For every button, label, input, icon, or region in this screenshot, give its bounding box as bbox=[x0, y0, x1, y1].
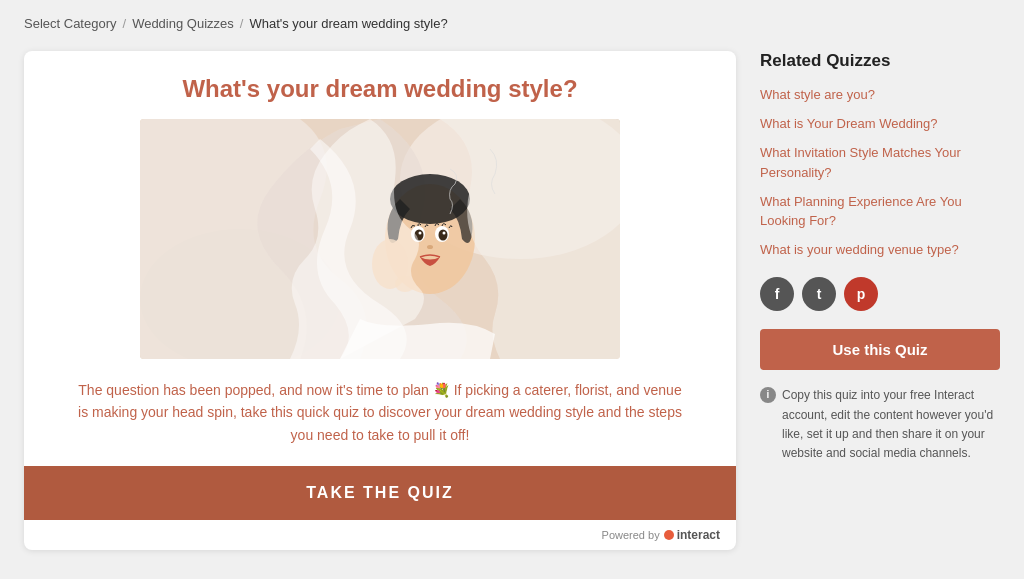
related-link-2[interactable]: What is Your Dream Wedding? bbox=[760, 116, 938, 131]
svg-point-11 bbox=[427, 245, 433, 249]
related-links-list: What style are you? What is Your Dream W… bbox=[760, 85, 1000, 259]
interact-dot bbox=[664, 530, 674, 540]
page-wrapper: Select Category / Wedding Quizzes / What… bbox=[0, 0, 1024, 566]
facebook-button[interactable]: f bbox=[760, 277, 794, 311]
interact-logo: interact bbox=[664, 528, 720, 542]
interact-label: interact bbox=[677, 528, 720, 542]
breadcrumb-separator-2: / bbox=[240, 16, 244, 31]
info-icon: i bbox=[760, 387, 776, 403]
list-item: What Invitation Style Matches Your Perso… bbox=[760, 143, 1000, 181]
breadcrumb-current: What's your dream wedding style? bbox=[249, 16, 447, 31]
sidebar: Related Quizzes What style are you? What… bbox=[760, 51, 1000, 463]
related-link-5[interactable]: What is your wedding venue type? bbox=[760, 242, 959, 257]
quiz-description: The question has been popped, and now it… bbox=[64, 379, 696, 446]
powered-by-label: Powered by bbox=[602, 529, 660, 541]
list-item: What is Your Dream Wedding? bbox=[760, 114, 1000, 133]
breadcrumb-wedding-quizzes[interactable]: Wedding Quizzes bbox=[132, 16, 234, 31]
facebook-icon: f bbox=[775, 286, 780, 302]
twitter-button[interactable]: t bbox=[802, 277, 836, 311]
list-item: What Planning Experience Are You Looking… bbox=[760, 192, 1000, 230]
related-link-4[interactable]: What Planning Experience Are You Looking… bbox=[760, 194, 962, 228]
copy-info-text: Copy this quiz into your free Interact a… bbox=[782, 386, 1000, 463]
twitter-icon: t bbox=[817, 286, 822, 302]
related-link-3[interactable]: What Invitation Style Matches Your Perso… bbox=[760, 145, 961, 179]
svg-point-9 bbox=[419, 232, 422, 235]
quiz-title: What's your dream wedding style? bbox=[64, 75, 696, 103]
quiz-card: What's your dream wedding style? bbox=[24, 51, 736, 550]
related-link-1[interactable]: What style are you? bbox=[760, 87, 875, 102]
bride-illustration bbox=[140, 119, 620, 359]
breadcrumb: Select Category / Wedding Quizzes / What… bbox=[24, 16, 1000, 31]
list-item: What style are you? bbox=[760, 85, 1000, 104]
quiz-image bbox=[140, 119, 620, 359]
pinterest-icon: p bbox=[857, 286, 866, 302]
copy-info: i Copy this quiz into your free Interact… bbox=[760, 386, 1000, 463]
content-area: What's your dream wedding style? bbox=[24, 51, 1000, 550]
svg-point-10 bbox=[443, 232, 446, 235]
powered-by: Powered by interact bbox=[24, 520, 736, 550]
breadcrumb-separator-1: / bbox=[123, 16, 127, 31]
quiz-image-container bbox=[140, 119, 620, 359]
quiz-card-inner: What's your dream wedding style? bbox=[24, 51, 736, 446]
use-quiz-button[interactable]: Use this Quiz bbox=[760, 329, 1000, 370]
take-quiz-button[interactable]: TAKE THE QUIZ bbox=[24, 466, 736, 520]
related-quizzes-title: Related Quizzes bbox=[760, 51, 1000, 71]
breadcrumb-select-category[interactable]: Select Category bbox=[24, 16, 117, 31]
list-item: What is your wedding venue type? bbox=[760, 240, 1000, 259]
social-buttons: f t p bbox=[760, 277, 1000, 311]
pinterest-button[interactable]: p bbox=[844, 277, 878, 311]
svg-point-8 bbox=[439, 230, 448, 241]
